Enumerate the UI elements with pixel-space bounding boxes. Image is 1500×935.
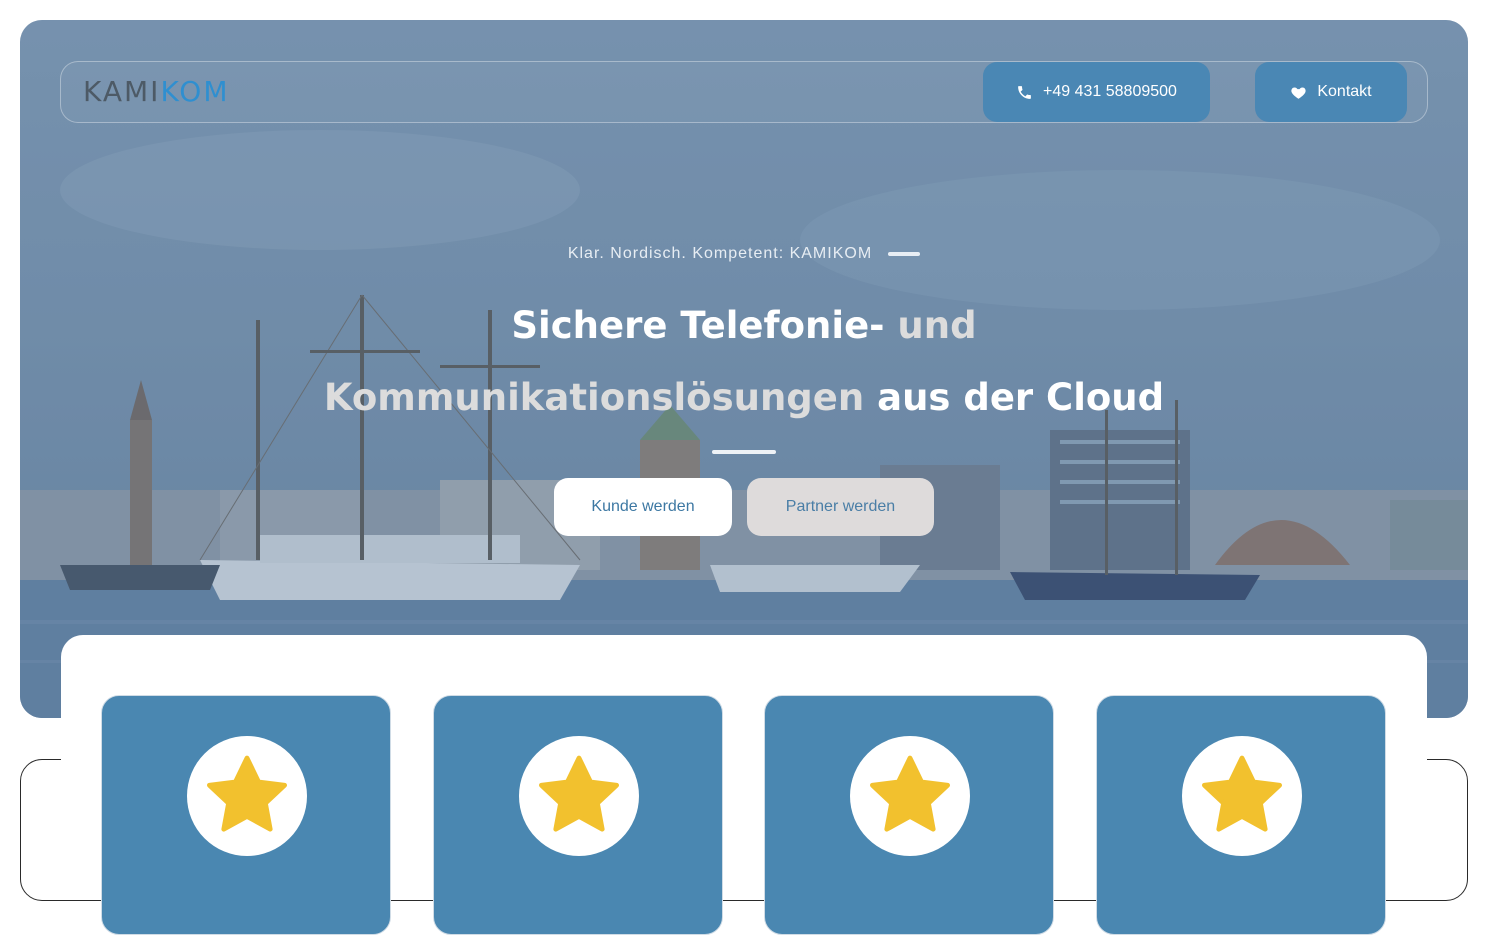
headline-divider <box>712 450 776 454</box>
feature-card[interactable] <box>101 695 391 935</box>
hero-headline: Sichere Telefonie- und Kommunikationslös… <box>20 290 1468 434</box>
star-icon <box>207 755 287 832</box>
contact-label: Kontakt <box>1317 83 1372 100</box>
become-partner-button[interactable]: Partner werden <box>747 478 934 536</box>
contact-button[interactable]: Kontakt <box>1255 62 1407 122</box>
features-panel <box>61 635 1427 935</box>
headline-part-4: aus der Cloud <box>877 376 1165 419</box>
star-icon <box>539 755 619 832</box>
headline-part-3: Kommunikationslösungen <box>323 376 865 419</box>
phone-icon <box>1018 85 1031 99</box>
card-badge <box>850 736 970 856</box>
logo-text-kami: KAMI <box>83 75 161 108</box>
hero-section: KAMIKOM +49 431 58809500 Kontakt Klar. N… <box>20 20 1468 718</box>
tagline-dash <box>888 252 921 256</box>
site-header: KAMIKOM +49 431 58809500 Kontakt <box>60 61 1428 123</box>
feature-card[interactable] <box>433 695 723 935</box>
kamikom-logo[interactable]: KAMIKOM <box>83 76 229 108</box>
headline-part-2: und <box>897 304 977 347</box>
heart-icon <box>1291 87 1306 99</box>
tagline-text: Klar. Nordisch. Kompetent: KAMIKOM <box>567 245 873 262</box>
headline-part-1: Sichere Telefonie- <box>511 304 885 347</box>
star-icon <box>870 755 950 832</box>
logo-text-kom: KOM <box>160 75 230 108</box>
card-badge <box>187 736 307 856</box>
card-badge <box>519 736 639 856</box>
feature-card[interactable] <box>1096 695 1386 935</box>
card-badge <box>1182 736 1302 856</box>
star-icon <box>1202 755 1282 832</box>
feature-card[interactable] <box>764 695 1054 935</box>
hero-tagline: Klar. Nordisch. Kompetent: KAMIKOM <box>20 242 1468 266</box>
phone-button[interactable]: +49 431 58809500 <box>983 62 1210 122</box>
phone-number: +49 431 58809500 <box>1043 83 1177 100</box>
become-customer-button[interactable]: Kunde werden <box>554 478 732 536</box>
